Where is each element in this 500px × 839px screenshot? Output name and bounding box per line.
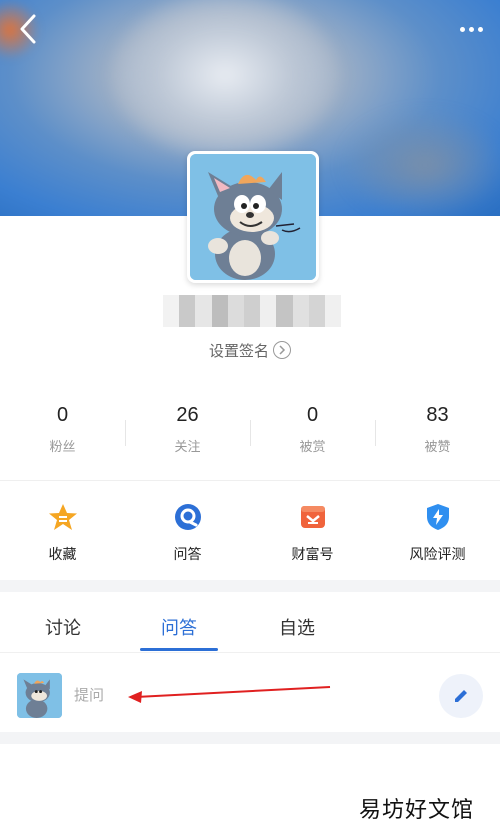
- active-tab-indicator: [140, 648, 218, 651]
- set-signature-link[interactable]: 设置签名: [0, 340, 500, 361]
- more-dots-icon: [459, 26, 465, 32]
- stat-label: 粉丝: [49, 440, 76, 455]
- tool-label: 问答: [173, 547, 202, 563]
- stat-value: 26: [176, 404, 199, 426]
- divider: [0, 480, 500, 481]
- username-mosaic: [163, 295, 342, 327]
- stat-value: 0: [306, 404, 319, 426]
- tab-qa[interactable]: 问答: [161, 614, 197, 640]
- tool-label: 收藏: [48, 547, 77, 563]
- tab-watchlist[interactable]: 自选: [279, 614, 315, 640]
- stat-value: 0: [56, 404, 69, 426]
- stat-label: 被赞: [424, 440, 451, 455]
- qa-bubble-icon: [174, 504, 201, 530]
- star-icon: [48, 504, 77, 530]
- tool-label: 风险评测: [409, 547, 466, 563]
- chevron-left-icon: [20, 14, 36, 44]
- stat-value: 83: [426, 404, 449, 426]
- tool-wealth[interactable]: 财富号: [250, 498, 375, 568]
- shield-bolt-icon: [426, 504, 449, 530]
- stat-fans[interactable]: 0 粉丝: [0, 400, 125, 466]
- tool-risk-assessment[interactable]: 风险评测: [375, 498, 500, 568]
- chevron-right-circle-icon: [273, 341, 291, 359]
- tool-grid: 收藏 问答 财富号 风险评测: [0, 498, 500, 568]
- profile-stats: 0 粉丝 26 关注 0 被赏 83 被赞: [0, 400, 500, 466]
- ask-input[interactable]: 提问: [74, 684, 104, 705]
- stat-label: 关注: [174, 440, 201, 455]
- cartoon-cat-avatar: [190, 154, 316, 280]
- back-button[interactable]: [14, 12, 44, 46]
- section-gap: [0, 732, 500, 744]
- stat-following[interactable]: 26 关注: [125, 400, 250, 466]
- content-tabs: 讨论 问答 自选: [0, 600, 500, 652]
- stat-liked[interactable]: 83 被赞: [375, 400, 500, 466]
- cartoon-cat-avatar: [17, 673, 62, 718]
- section-gap: [0, 580, 500, 592]
- avatar-small: [17, 673, 62, 718]
- wealth-icon: [300, 506, 325, 528]
- more-button[interactable]: [456, 14, 486, 44]
- annotation-arrow: [128, 686, 331, 703]
- tool-label: 财富号: [291, 547, 334, 563]
- tab-discussion[interactable]: 讨论: [45, 614, 81, 640]
- watermark: 易坊好文馆: [358, 798, 474, 823]
- stat-label: 被赏: [299, 440, 326, 455]
- pencil-icon: [455, 690, 467, 702]
- tool-favorites[interactable]: 收藏: [0, 498, 125, 568]
- stat-rewarded[interactable]: 0 被赏: [250, 400, 375, 466]
- signature-label: 设置签名: [208, 342, 269, 360]
- edit-button[interactable]: [439, 674, 483, 718]
- avatar[interactable]: [187, 151, 319, 283]
- divider: [0, 652, 500, 653]
- tool-qa[interactable]: 问答: [125, 498, 250, 568]
